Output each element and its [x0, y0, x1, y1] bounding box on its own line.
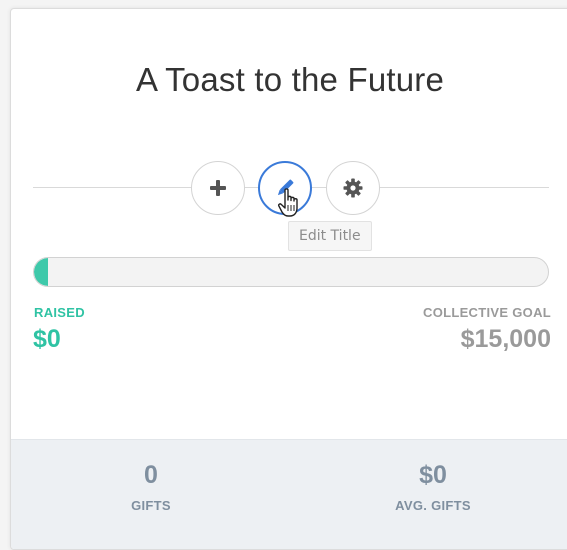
stats-footer: 0 GIFTS $0 AVG. GIFTS [11, 439, 567, 549]
collective-goal-value: $15,000 [460, 325, 551, 353]
gifts-stat: 0 GIFTS [51, 460, 251, 513]
add-button[interactable] [191, 161, 245, 215]
settings-button[interactable] [326, 161, 380, 215]
raised-value: $0 [33, 325, 61, 353]
gifts-label: GIFTS [131, 498, 171, 513]
progress-fill [34, 258, 48, 286]
avg-gifts-stat: $0 AVG. GIFTS [333, 460, 533, 513]
gear-icon [342, 177, 364, 199]
gifts-count: 0 [144, 461, 158, 489]
edit-title-tooltip: Edit Title [288, 221, 372, 251]
avg-gifts-value: $0 [419, 461, 447, 489]
raised-label: RAISED [34, 305, 85, 320]
avg-gifts-label: AVG. GIFTS [395, 498, 471, 513]
collective-goal-label: COLLECTIVE GOAL [423, 305, 551, 320]
campaign-title[interactable]: A Toast to the Future [11, 61, 567, 99]
progress-bar [33, 257, 549, 287]
hand-cursor-icon [277, 187, 303, 224]
plus-icon [208, 178, 228, 198]
campaign-card: A Toast to the Future Edit Title RAISED … [10, 8, 567, 550]
